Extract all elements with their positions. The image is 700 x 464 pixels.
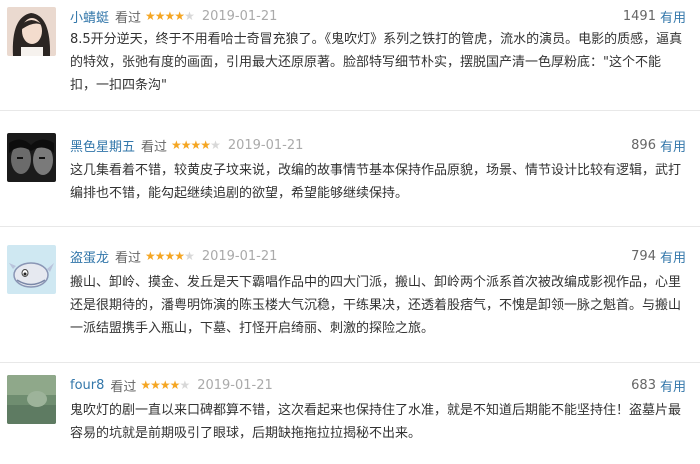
username-link[interactable]: 小蜻蜓 <box>70 7 109 26</box>
avatar[interactable] <box>7 7 56 56</box>
vote-count: 1491 <box>622 8 656 24</box>
vote-count: 683 <box>631 377 656 393</box>
username-link[interactable]: four8 <box>70 378 104 393</box>
review-item: 小蜻蜓 看过 ★★★★★ 2019-01-21 1491 有用 8.5开分逆天，… <box>0 0 700 111</box>
review-content: 8.5开分逆天，终于不用看哈士奇冒充狼了。《鬼吹灯》系列之铁打的管虎，流水的演员… <box>70 32 683 93</box>
rating-stars: ★★★★★ <box>145 249 195 263</box>
watch-status: 看过 <box>115 250 142 266</box>
useful-button[interactable]: 有用 <box>660 136 686 155</box>
useful-button[interactable]: 有用 <box>660 376 686 395</box>
username-link[interactable]: 黑色星期五 <box>70 136 135 155</box>
vote-area: 896 有用 <box>631 136 686 155</box>
rating-stars: ★★★★★ <box>145 9 195 23</box>
review-content: 鬼吹灯的剧一直以来口碑都算不错，这次看起来也保持住了水准，就是不知道后期能不能坚… <box>70 403 682 441</box>
vote-area: 683 有用 <box>631 376 686 395</box>
watch-status: 看过 <box>110 379 137 395</box>
review-content: 搬山、卸岭、摸金、发丘是天下霸唱作品中的四大门派，搬山、卸岭两个派系首次被改编成… <box>70 275 682 336</box>
avatar[interactable] <box>7 245 56 294</box>
review-date: 2019-01-21 <box>227 137 304 153</box>
avatar[interactable] <box>7 133 56 182</box>
avatar[interactable] <box>7 375 56 424</box>
review-content: 这几集看着不错，较黄皮子坟来说，改编的故事情节基本保持作品原貌，场景、情节设计比… <box>70 163 682 201</box>
vote-area: 1491 有用 <box>623 7 686 26</box>
rating-stars: ★★★★★ <box>140 378 190 392</box>
rating-stars: ★★★★★ <box>171 138 221 152</box>
review-item: four8 看过 ★★★★★ 2019-01-21 683 有用 鬼吹灯的剧一直… <box>0 362 700 464</box>
watch-status: 看过 <box>115 10 142 26</box>
username-link[interactable]: 盗蛋龙 <box>70 247 109 266</box>
useful-button[interactable]: 有用 <box>660 247 686 266</box>
review-item: 黑色星期五 看过 ★★★★★ 2019-01-21 896 有用 这几集看着不错… <box>0 110 700 227</box>
watch-status: 看过 <box>141 139 168 155</box>
vote-area: 794 有用 <box>631 247 686 266</box>
review-date: 2019-01-21 <box>201 8 278 24</box>
vote-count: 896 <box>631 137 656 153</box>
vote-count: 794 <box>631 248 656 264</box>
useful-button[interactable]: 有用 <box>660 7 686 26</box>
review-date: 2019-01-21 <box>197 377 273 393</box>
review-date: 2019-01-21 <box>201 248 278 264</box>
review-item: 盗蛋龙 看过 ★★★★★ 2019-01-21 794 有用 搬山、卸岭、摸金、… <box>0 226 700 363</box>
